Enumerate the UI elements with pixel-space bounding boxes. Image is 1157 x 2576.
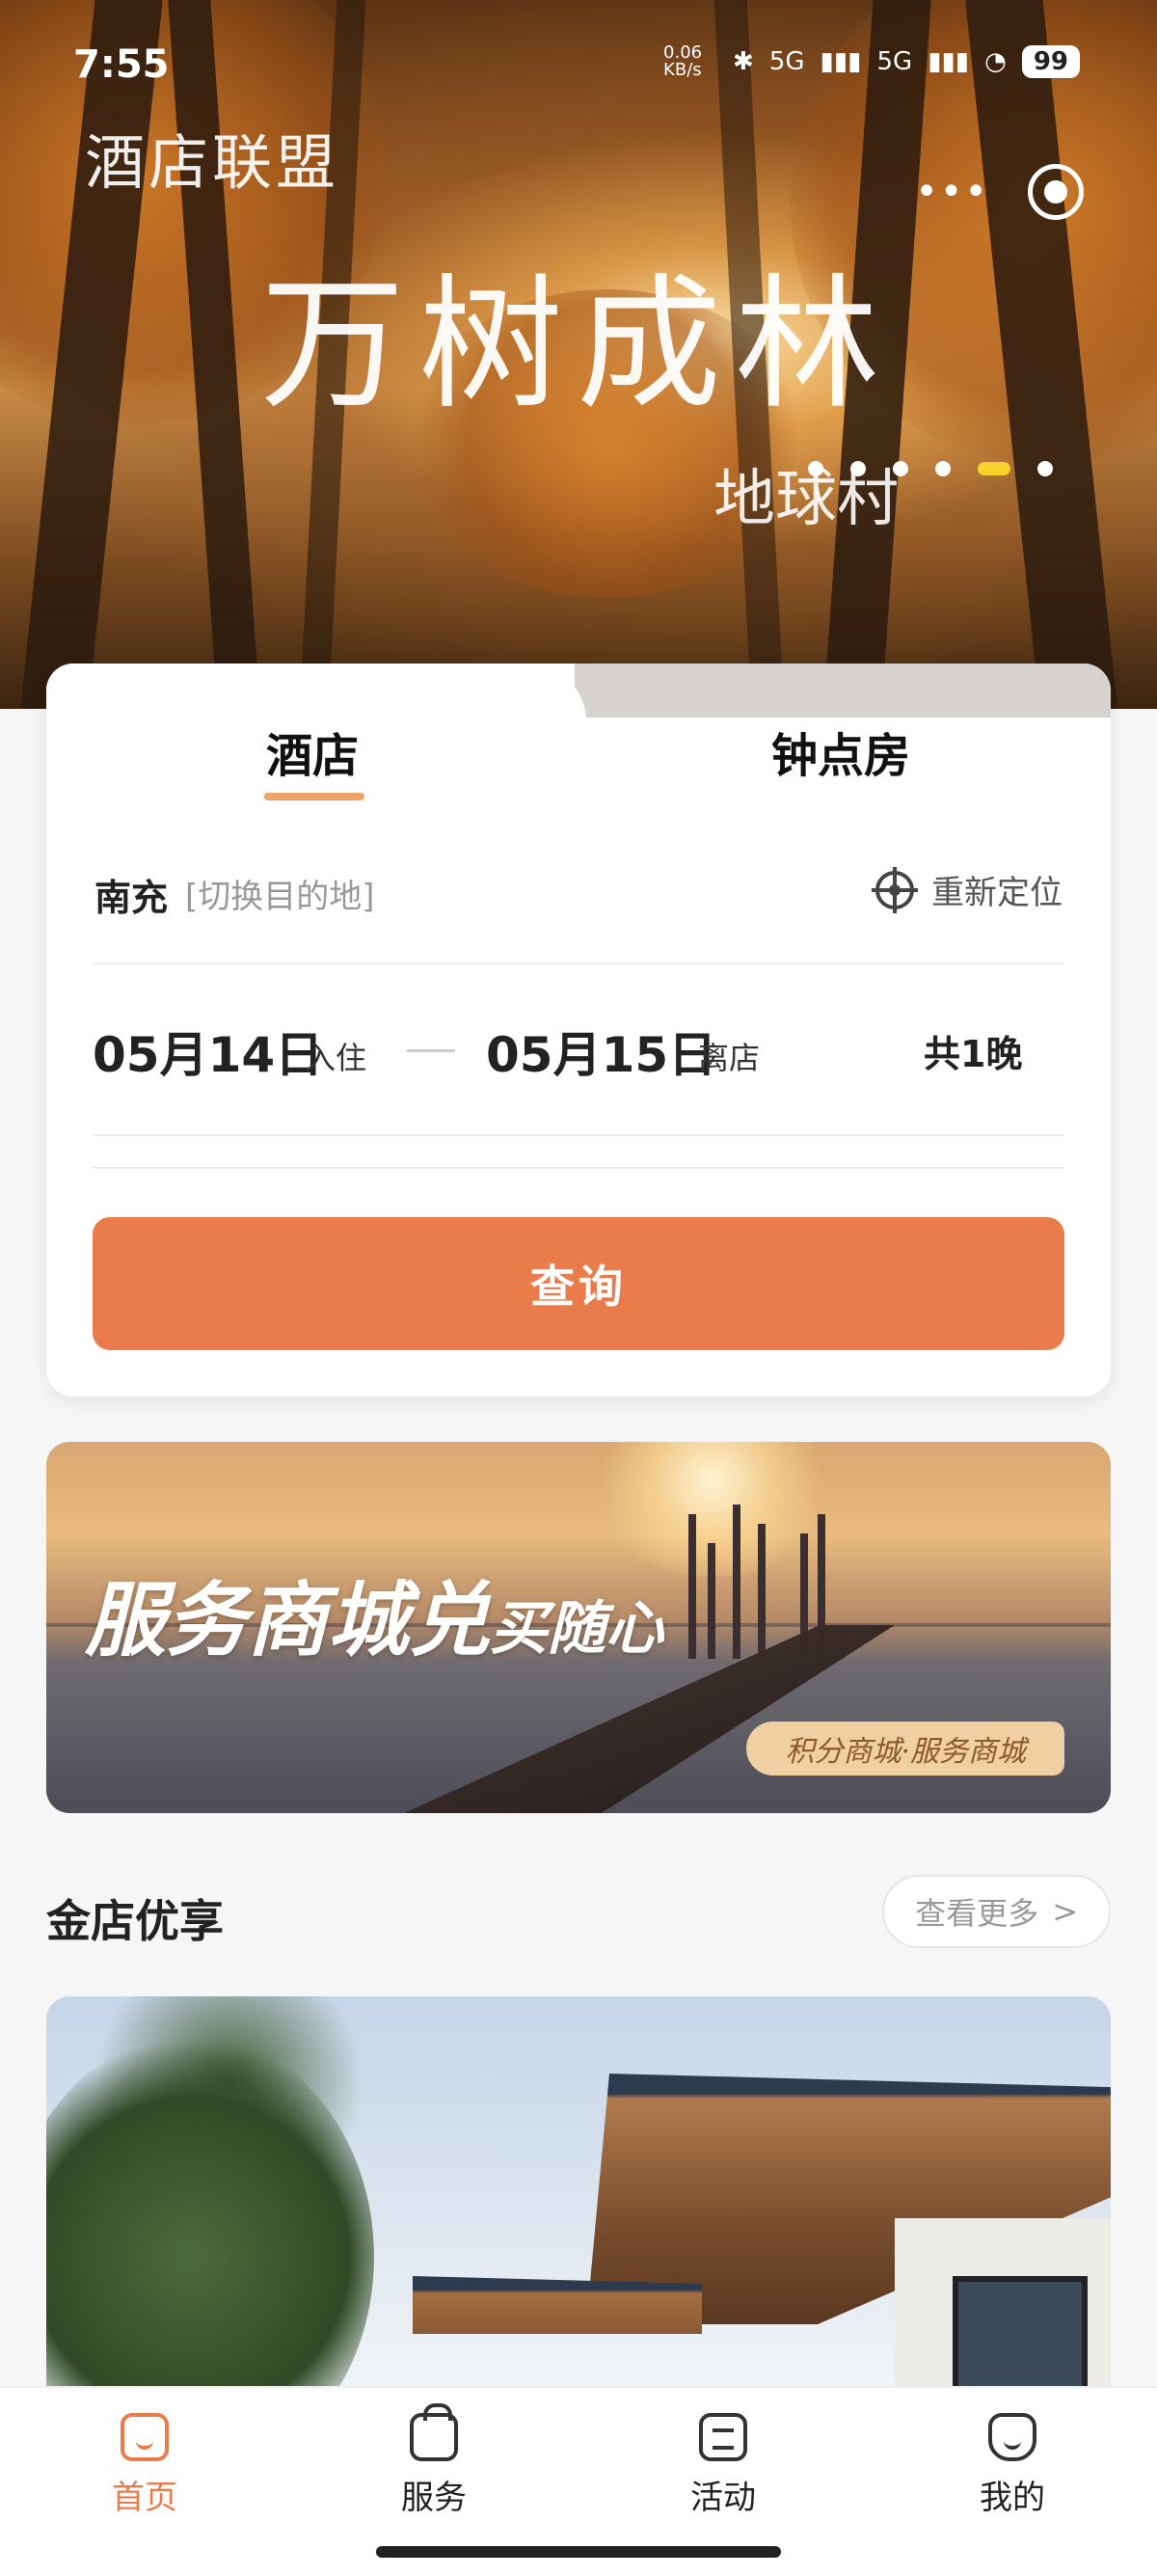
signal-bars-icon: ▮▮▮	[928, 47, 970, 76]
carousel-dot	[850, 461, 866, 476]
divider	[93, 1134, 1064, 1136]
booking-card: 酒店 钟点房 南充 [切换目的地] 重新定位 05月14日 入住 05月15日 …	[46, 664, 1111, 1396]
see-more-label: 查看更多	[915, 1895, 1039, 1932]
hotel-card-image[interactable]	[46, 1996, 1111, 2401]
nights-count: 共1晚	[924, 1033, 1023, 1075]
city-name[interactable]: 南充	[94, 868, 168, 921]
promo-tag[interactable]: 积分商城·服务商城	[746, 1722, 1064, 1776]
see-more-button[interactable]: 查看更多 >	[882, 1875, 1111, 1948]
section-title: 金店优享	[46, 1895, 224, 1947]
promo-title-small: 买随心	[490, 1595, 664, 1663]
check-out-date[interactable]: 05月15日	[486, 1017, 716, 1086]
nav-label-home: 首页	[112, 2479, 177, 2517]
nav-label-profile: 我的	[980, 2479, 1045, 2517]
wifi-icon: ◔	[984, 47, 1007, 76]
net-speed: 0.06 KB/s	[663, 42, 703, 80]
list-icon	[699, 2413, 747, 2461]
carousel-dot	[808, 461, 823, 476]
nav-item-home[interactable]: 首页	[67, 2413, 222, 2518]
brand-title: 酒店联盟	[85, 127, 340, 198]
signal-5g-2: 5G	[876, 47, 913, 76]
relocate-button[interactable]: 重新定位	[872, 866, 1063, 913]
date-separator	[407, 1049, 455, 1052]
chevron-right-icon: >	[1052, 1893, 1078, 1930]
switch-destination-link[interactable]: [切换目的地]	[185, 870, 375, 917]
home-icon	[121, 2413, 169, 2461]
nav-label-activity: 活动	[690, 2479, 756, 2517]
tab-hotel[interactable]: 酒店	[266, 718, 359, 785]
signal-bars-icon: ▮▮▮	[820, 47, 862, 76]
more-icon[interactable]: •••	[915, 170, 989, 214]
check-in-label: 入住	[305, 1040, 367, 1076]
divider	[93, 963, 1064, 964]
promo-banner[interactable]: 服务商城兑买随心 积分商城·服务商城	[46, 1442, 1111, 1813]
tab-underline	[264, 793, 364, 800]
profile-icon	[988, 2413, 1036, 2461]
relocate-label: 重新定位	[931, 874, 1063, 912]
search-button[interactable]: 查询	[93, 1217, 1064, 1350]
divider	[93, 1167, 1064, 1169]
check-in-date[interactable]: 05月14日	[93, 1017, 323, 1086]
carousel-dot-active	[978, 462, 1010, 475]
signal-5g-1: 5G	[768, 47, 805, 76]
check-out-label: 离店	[698, 1040, 761, 1076]
tab-hourly-room[interactable]: 钟点房	[771, 718, 910, 785]
tab-bar-background	[575, 664, 1111, 718]
carousel-dot	[1037, 461, 1053, 476]
status-time: 7:55	[73, 42, 170, 87]
carousel-dot	[893, 461, 908, 476]
mini-program-capsule: •••	[915, 164, 1084, 220]
nav-item-service[interactable]: 服务	[357, 2403, 511, 2518]
hero-title: 万树成林	[260, 261, 894, 429]
battery-badge: 99	[1021, 45, 1080, 78]
nav-label-service: 服务	[401, 2479, 467, 2517]
hero-banner[interactable]: 7:55 0.06 KB/s ✱ 5G ▮▮▮ 5G ▮▮▮ ◔ 99 酒店联盟…	[0, 0, 1157, 709]
locate-icon	[872, 866, 918, 913]
close-target-icon[interactable]	[1028, 164, 1084, 220]
nav-item-profile[interactable]: 我的	[935, 2413, 1090, 2518]
bluetooth-icon: ✱	[733, 47, 754, 76]
promo-title: 服务商城兑买随心	[85, 1556, 663, 1672]
promo-title-main: 服务商城兑	[85, 1572, 491, 1668]
home-indicator[interactable]	[376, 2546, 781, 2558]
bag-icon	[410, 2403, 458, 2461]
carousel-dot	[935, 461, 951, 476]
status-icons: 0.06 KB/s ✱ 5G ▮▮▮ 5G ▮▮▮ ◔ 99	[663, 44, 1080, 79]
carousel-indicator	[808, 461, 1053, 476]
nav-item-activity[interactable]: 活动	[646, 2413, 800, 2518]
